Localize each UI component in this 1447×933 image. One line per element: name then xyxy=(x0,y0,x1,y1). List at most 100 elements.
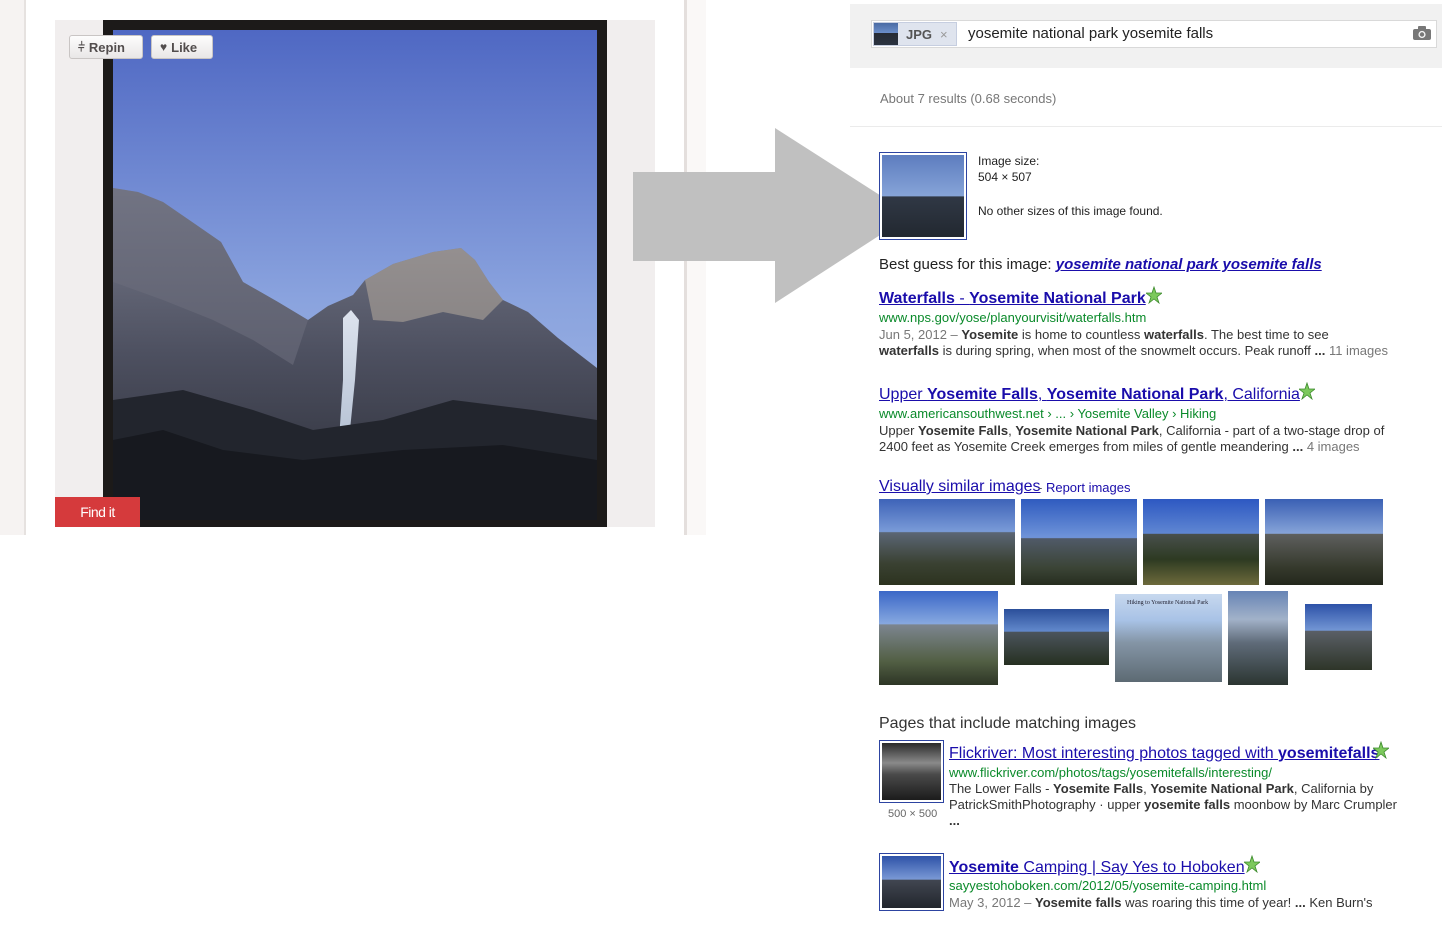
chip-thumbnail xyxy=(874,23,898,45)
pages-heading: Pages that include matching images xyxy=(879,715,1137,732)
snippet-part: is home to countless xyxy=(1018,327,1144,342)
similar-image-thumb[interactable]: Hiking to Yosemite National Park xyxy=(1115,594,1222,682)
page-snippet: May 3, 2012 – Yosemite falls was roaring… xyxy=(949,895,1429,911)
snippet-part: PatrickSmithPhotography · upper xyxy=(949,797,1145,812)
best-guess: Best guess for this image: yosemite nati… xyxy=(879,256,1322,273)
image-size-label: Image size: xyxy=(978,154,1040,168)
result-date: Jun 5, 2012 – xyxy=(879,327,958,342)
title-part: Yosemite National Park xyxy=(1046,386,1224,403)
camera-icon[interactable] xyxy=(1411,24,1433,42)
result-url: www.nps.gov/yose/planyourvisit/waterfall… xyxy=(879,310,1147,325)
result-snippet: Upper Yosemite Falls, Yosemite National … xyxy=(879,423,1419,455)
no-other-sizes-text: No other sizes of this image found. xyxy=(978,204,1163,218)
similar-image-thumb[interactable] xyxy=(1004,609,1109,665)
snippet-part: Ken Burn's xyxy=(1305,895,1373,910)
similar-image-thumb[interactable] xyxy=(879,591,998,685)
result-snippet: Jun 5, 2012 – Yosemite is home to countl… xyxy=(879,327,1419,359)
query-image-thumbnail[interactable] xyxy=(879,152,967,240)
star-icon[interactable] xyxy=(1244,855,1260,873)
similar-image-thumb[interactable] xyxy=(1143,499,1259,585)
snippet-part: Yosemite National Park xyxy=(1150,781,1294,796)
title-part: Waterfalls xyxy=(879,290,955,307)
snippet-part: Upper xyxy=(879,423,919,438)
find-it-button[interactable]: Find it xyxy=(55,497,140,527)
page-snippet: The Lower Falls - Yosemite Falls, Yosemi… xyxy=(949,781,1429,829)
pin-photo-yosemite-falls[interactable] xyxy=(103,20,607,527)
snippet-part: Yosemite National Park xyxy=(1015,423,1159,438)
images-count-link[interactable]: 4 images xyxy=(1307,439,1360,454)
image-size-value: 504 × 507 xyxy=(978,170,1032,184)
snippet-part: was roaring this time of year! xyxy=(1121,895,1295,910)
title-part: Yosemite National Park xyxy=(969,290,1146,307)
like-label: Like xyxy=(171,39,198,55)
right-arrow-icon xyxy=(633,128,911,303)
result-title-link[interactable]: Upper Yosemite Falls, Yosemite National … xyxy=(879,386,1300,404)
star-icon[interactable] xyxy=(1146,286,1162,304)
snippet-part: 2400 feet as Yosemite Creek emerges from… xyxy=(879,439,1293,454)
separator: - Report images xyxy=(1038,480,1131,495)
title-part: , xyxy=(1037,386,1047,403)
result-date: May 3, 2012 – xyxy=(949,895,1032,910)
title-part: Camping | Say Yes to Hoboken xyxy=(1018,859,1245,876)
snippet-part: Yosemite xyxy=(961,327,1019,342)
snippet-part: Yosemite Falls xyxy=(1053,781,1144,796)
page-thumbnail[interactable] xyxy=(879,853,944,911)
page-url: sayyestohoboken.com/2012/05/yosemite-cam… xyxy=(949,878,1267,893)
image-query-chip[interactable]: JPG × xyxy=(873,22,957,46)
title-part: - xyxy=(954,290,970,307)
similar-image-thumb[interactable] xyxy=(1021,499,1137,585)
snippet-part: waterfalls xyxy=(879,343,939,358)
heart-icon: ♥ xyxy=(160,40,168,54)
title-part: yosemitefalls xyxy=(1278,745,1380,762)
results-stats: About 7 results (0.68 seconds) xyxy=(880,91,1057,106)
snippet-part: ... xyxy=(949,813,960,828)
similar-image-thumb[interactable] xyxy=(879,499,1015,585)
snippet-part: moonbow by Marc Crumpler xyxy=(1230,797,1397,812)
title-part: Flickriver: Most interesting photos tagg… xyxy=(949,745,1279,762)
report-images-link[interactable]: Report images xyxy=(1046,480,1131,495)
best-guess-prefix: Best guess for this image: xyxy=(879,256,1052,273)
snippet-part: ... xyxy=(1294,895,1306,910)
star-icon[interactable] xyxy=(1373,741,1389,759)
page-thumbnail[interactable] xyxy=(879,740,944,803)
page-title-link[interactable]: Yosemite Camping | Say Yes to Hoboken xyxy=(949,859,1245,877)
result-title-link[interactable]: Waterfalls - Yosemite National Park xyxy=(879,290,1146,308)
title-part: Yosemite Falls xyxy=(927,386,1038,403)
pushpin-icon: ⫩ xyxy=(78,39,85,54)
title-part: Upper xyxy=(879,386,928,403)
snippet-part: Yosemite falls xyxy=(1035,895,1122,910)
snippet-part: ... xyxy=(1314,343,1326,358)
like-button[interactable]: ♥ Like xyxy=(151,35,213,59)
thumb-caption: Hiking to Yosemite National Park xyxy=(1127,600,1209,606)
search-query-text[interactable]: yosemite national park yosemite falls xyxy=(968,25,1213,42)
similar-image-thumb[interactable] xyxy=(1305,604,1372,670)
images-count-link[interactable]: 11 images xyxy=(1329,343,1388,358)
divider xyxy=(850,126,1442,127)
page-title-link[interactable]: Flickriver: Most interesting photos tagg… xyxy=(949,745,1379,763)
visually-similar-link[interactable]: Visually similar images xyxy=(879,478,1041,496)
result-url: www.americansouthwest.net › ... › Yosemi… xyxy=(879,406,1217,421)
background-edge xyxy=(0,0,24,535)
snippet-part: , California - part of a two-stage drop … xyxy=(1158,423,1385,438)
title-part: , California xyxy=(1223,386,1300,403)
separator-dash: - xyxy=(1038,480,1046,495)
chip-label: JPG xyxy=(906,26,933,42)
snippet-part: Yosemite Falls xyxy=(918,423,1009,438)
star-icon[interactable] xyxy=(1299,382,1315,400)
snippet-part: . The best time to see xyxy=(1203,327,1329,342)
snippet-part: ... xyxy=(1292,439,1304,454)
repin-button[interactable]: ⫩ Repin xyxy=(69,35,143,59)
snippet-part: is during spring, when most of the snowm… xyxy=(938,343,1315,358)
similar-image-thumb[interactable] xyxy=(1228,591,1288,685)
snippet-part: waterfalls xyxy=(1144,327,1204,342)
snippet-part: The Lower Falls - xyxy=(949,781,1054,796)
title-part: Yosemite xyxy=(949,859,1019,876)
snippet-part: , California by xyxy=(1293,781,1374,796)
repin-label: Repin xyxy=(88,39,126,55)
close-icon[interactable]: × xyxy=(940,27,948,42)
page-url: www.flickriver.com/photos/tags/yosemitef… xyxy=(949,765,1272,780)
thumb-size-label: 500 × 500 xyxy=(888,808,938,820)
snippet-part: yosemite falls xyxy=(1144,797,1231,812)
similar-image-thumb[interactable] xyxy=(1265,499,1383,585)
best-guess-link[interactable]: yosemite national park yosemite falls xyxy=(1056,256,1322,273)
